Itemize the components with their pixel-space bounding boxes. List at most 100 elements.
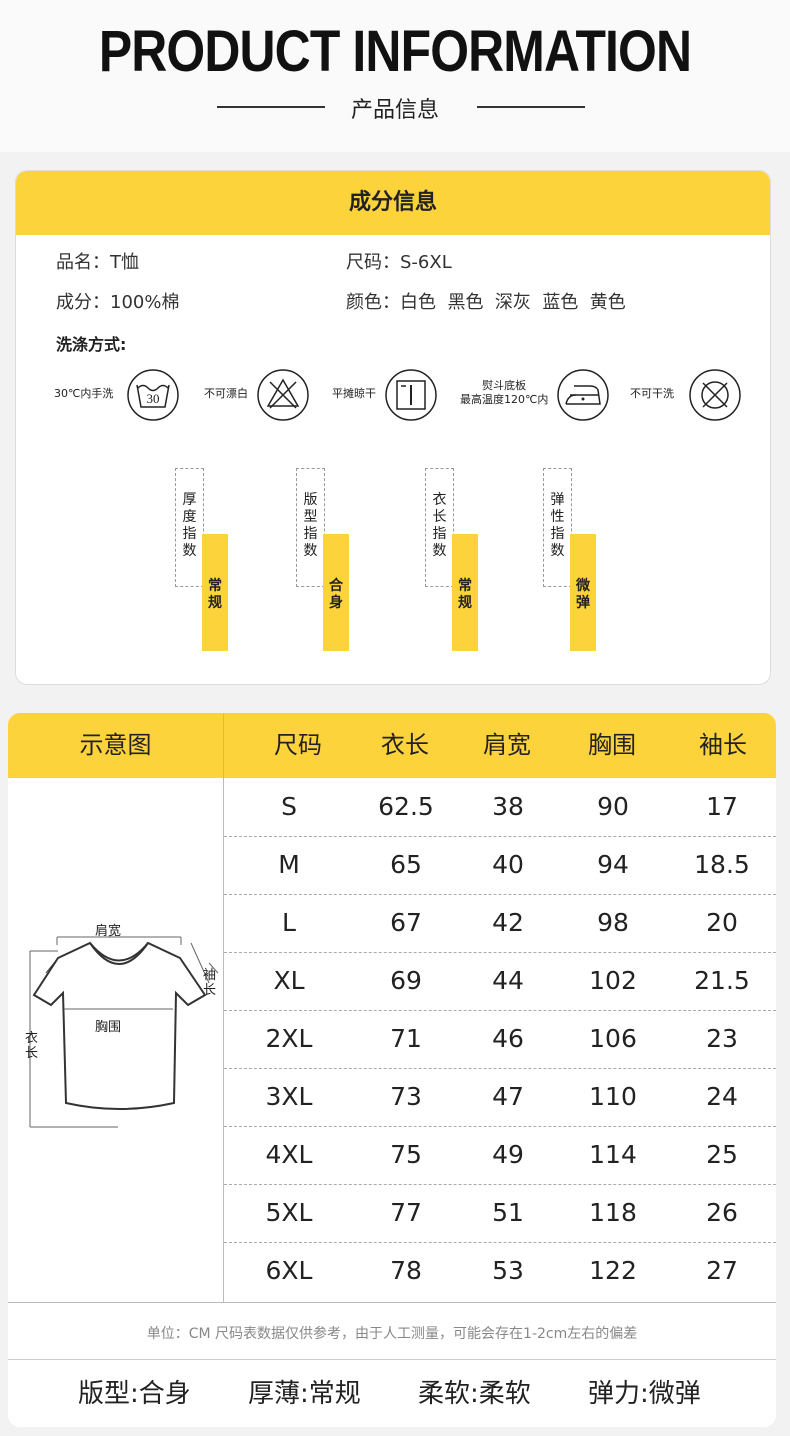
composition-heading: 成分信息 [16,171,770,235]
table-row: 6XL 78 53 122 27 [224,1242,776,1300]
cell-length: 71 [390,1024,422,1053]
cell-size: 5XL [265,1198,313,1227]
col-header-size: 尺码 [274,731,322,759]
cell-chest: 94 [597,850,629,879]
cell-length: 69 [390,966,422,995]
cell-length: 65 [390,850,422,879]
cell-chest: 106 [589,1024,637,1053]
cell-sleeve: 23 [706,1024,738,1053]
size-table-header: 示意图 尺码 衣长 肩宽 胸围 袖长 [8,713,776,778]
index-elastic-value: 微弹 [576,578,590,611]
iron-label-line1: 熨斗底板 [482,379,527,392]
cell-chest: 114 [589,1140,637,1169]
index-thickness-label: 厚度指数 [182,492,197,559]
index-length-label: 衣长指数 [432,492,447,559]
cell-chest: 122 [589,1256,637,1285]
cell-shoulder: 49 [492,1140,524,1169]
cell-size: S [281,792,297,821]
index-fit-value: 合身 [329,578,343,611]
wash-label-dry-clean: 不可干洗 [630,387,674,400]
cell-length: 62.5 [378,792,434,821]
measurement-note: 单位：CM 尺码表数据仅供参考，由于人工测量，可能会存在1-2cm左右的偏差 [146,1326,638,1342]
table-row: S 62.5 38 90 17 [224,778,776,836]
page-subtitle: 产品信息 [350,98,439,123]
wash-label-iron: 熨斗底板 最高温度120℃内 [460,379,548,407]
cell-shoulder: 46 [492,1024,524,1053]
iron-label-line2: 最高温度120℃内 [460,393,549,406]
iron-120-icon [557,369,609,421]
diagram-label-sleeve: 袖长 [203,968,217,998]
cell-size: 2XL [265,1024,313,1053]
cell-chest: 98 [597,908,629,937]
index-elastic-label: 弹性指数 [550,492,565,559]
cell-sleeve: 26 [706,1198,738,1227]
wash-title: 洗涤方式: [56,335,127,354]
product-colors: 颜色：白色 黑色 深灰 蓝色 黄色 [346,292,626,313]
table-row: M 65 40 94 18.5 [224,836,776,894]
cell-shoulder: 47 [492,1082,524,1111]
table-row: 4XL 75 49 114 25 [224,1126,776,1184]
cell-sleeve: 20 [706,908,738,937]
cell-shoulder: 40 [492,850,524,879]
feature-fit: 版型:合身 [78,1379,191,1409]
hand-wash-30-icon: 30 [127,369,179,421]
cell-sleeve: 25 [706,1140,738,1169]
cell-sleeve: 21.5 [694,966,750,995]
table-row: 2XL 71 46 106 23 [224,1010,776,1068]
cell-length: 78 [390,1256,422,1285]
size-table-card: 示意图 尺码 衣长 肩宽 胸围 袖长 肩宽 袖长 胸围 衣长 S 62.5 38 90… [8,713,776,1427]
cell-shoulder: 51 [492,1198,524,1227]
diagram-label-chest: 胸围 [95,1020,122,1035]
index-fit-label: 版型指数 [303,492,318,559]
cell-size: M [278,850,300,879]
cell-length: 67 [390,908,422,937]
cell-sleeve: 24 [706,1082,738,1111]
cell-size: 6XL [265,1256,313,1285]
no-bleach-icon [257,369,309,421]
cell-sleeve: 17 [706,792,738,821]
wash-label-hand: 30℃内手洗 [54,387,114,400]
cell-size: 4XL [265,1140,313,1169]
cell-length: 77 [390,1198,422,1227]
cell-chest: 102 [589,966,637,995]
page-title: PRODUCT INFORMATION [98,19,692,84]
cell-shoulder: 53 [492,1256,524,1285]
cell-chest: 118 [589,1198,637,1227]
index-thickness-value: 常规 [208,578,222,611]
table-row: L 67 42 98 20 [224,894,776,952]
feature-elasticity: 弹力:微弹 [588,1379,701,1409]
product-size: 尺码：S-6XL [346,252,452,273]
index-length-value: 常规 [458,578,472,611]
dry-flat-icon [385,369,437,421]
feature-thickness: 厚薄:常规 [248,1379,361,1409]
col-header-sleeve: 袖长 [699,731,747,759]
product-name: 品名：T恤 [56,252,139,273]
wash-temp-label: 30 [147,391,160,406]
divider-right [477,106,585,108]
col-header-shoulder: 肩宽 [483,731,531,759]
cell-size: 3XL [265,1082,313,1111]
diagram-header: 示意图 [79,731,152,759]
page-header: PRODUCT INFORMATION 产品信息 [0,0,790,152]
header-divider [223,713,224,778]
cell-length: 75 [390,1140,422,1169]
cell-sleeve: 27 [706,1256,738,1285]
wash-label-bleach: 不可漂白 [204,387,248,400]
diagram-label-shoulder: 肩宽 [95,924,122,939]
cell-chest: 110 [589,1082,637,1111]
cell-chest: 90 [597,792,629,821]
feature-softness: 柔软:柔软 [418,1379,531,1409]
cell-shoulder: 38 [492,792,524,821]
table-bottom-line [8,1302,776,1303]
col-header-chest: 胸围 [588,731,636,759]
wash-label-dry-flat: 平摊晾干 [332,387,376,400]
table-row: 3XL 73 47 110 24 [224,1068,776,1126]
composition-card: 成分信息 品名：T恤 尺码：S-6XL 成分：100%棉 颜色：白色 黑色 深灰… [15,170,771,685]
cell-sleeve: 18.5 [694,850,750,879]
note-divider [8,1359,776,1360]
cell-shoulder: 44 [492,966,524,995]
col-header-length: 衣长 [381,731,429,759]
diagram-label-length: 衣长 [25,1031,39,1061]
cell-size: L [282,908,296,937]
cell-shoulder: 42 [492,908,524,937]
